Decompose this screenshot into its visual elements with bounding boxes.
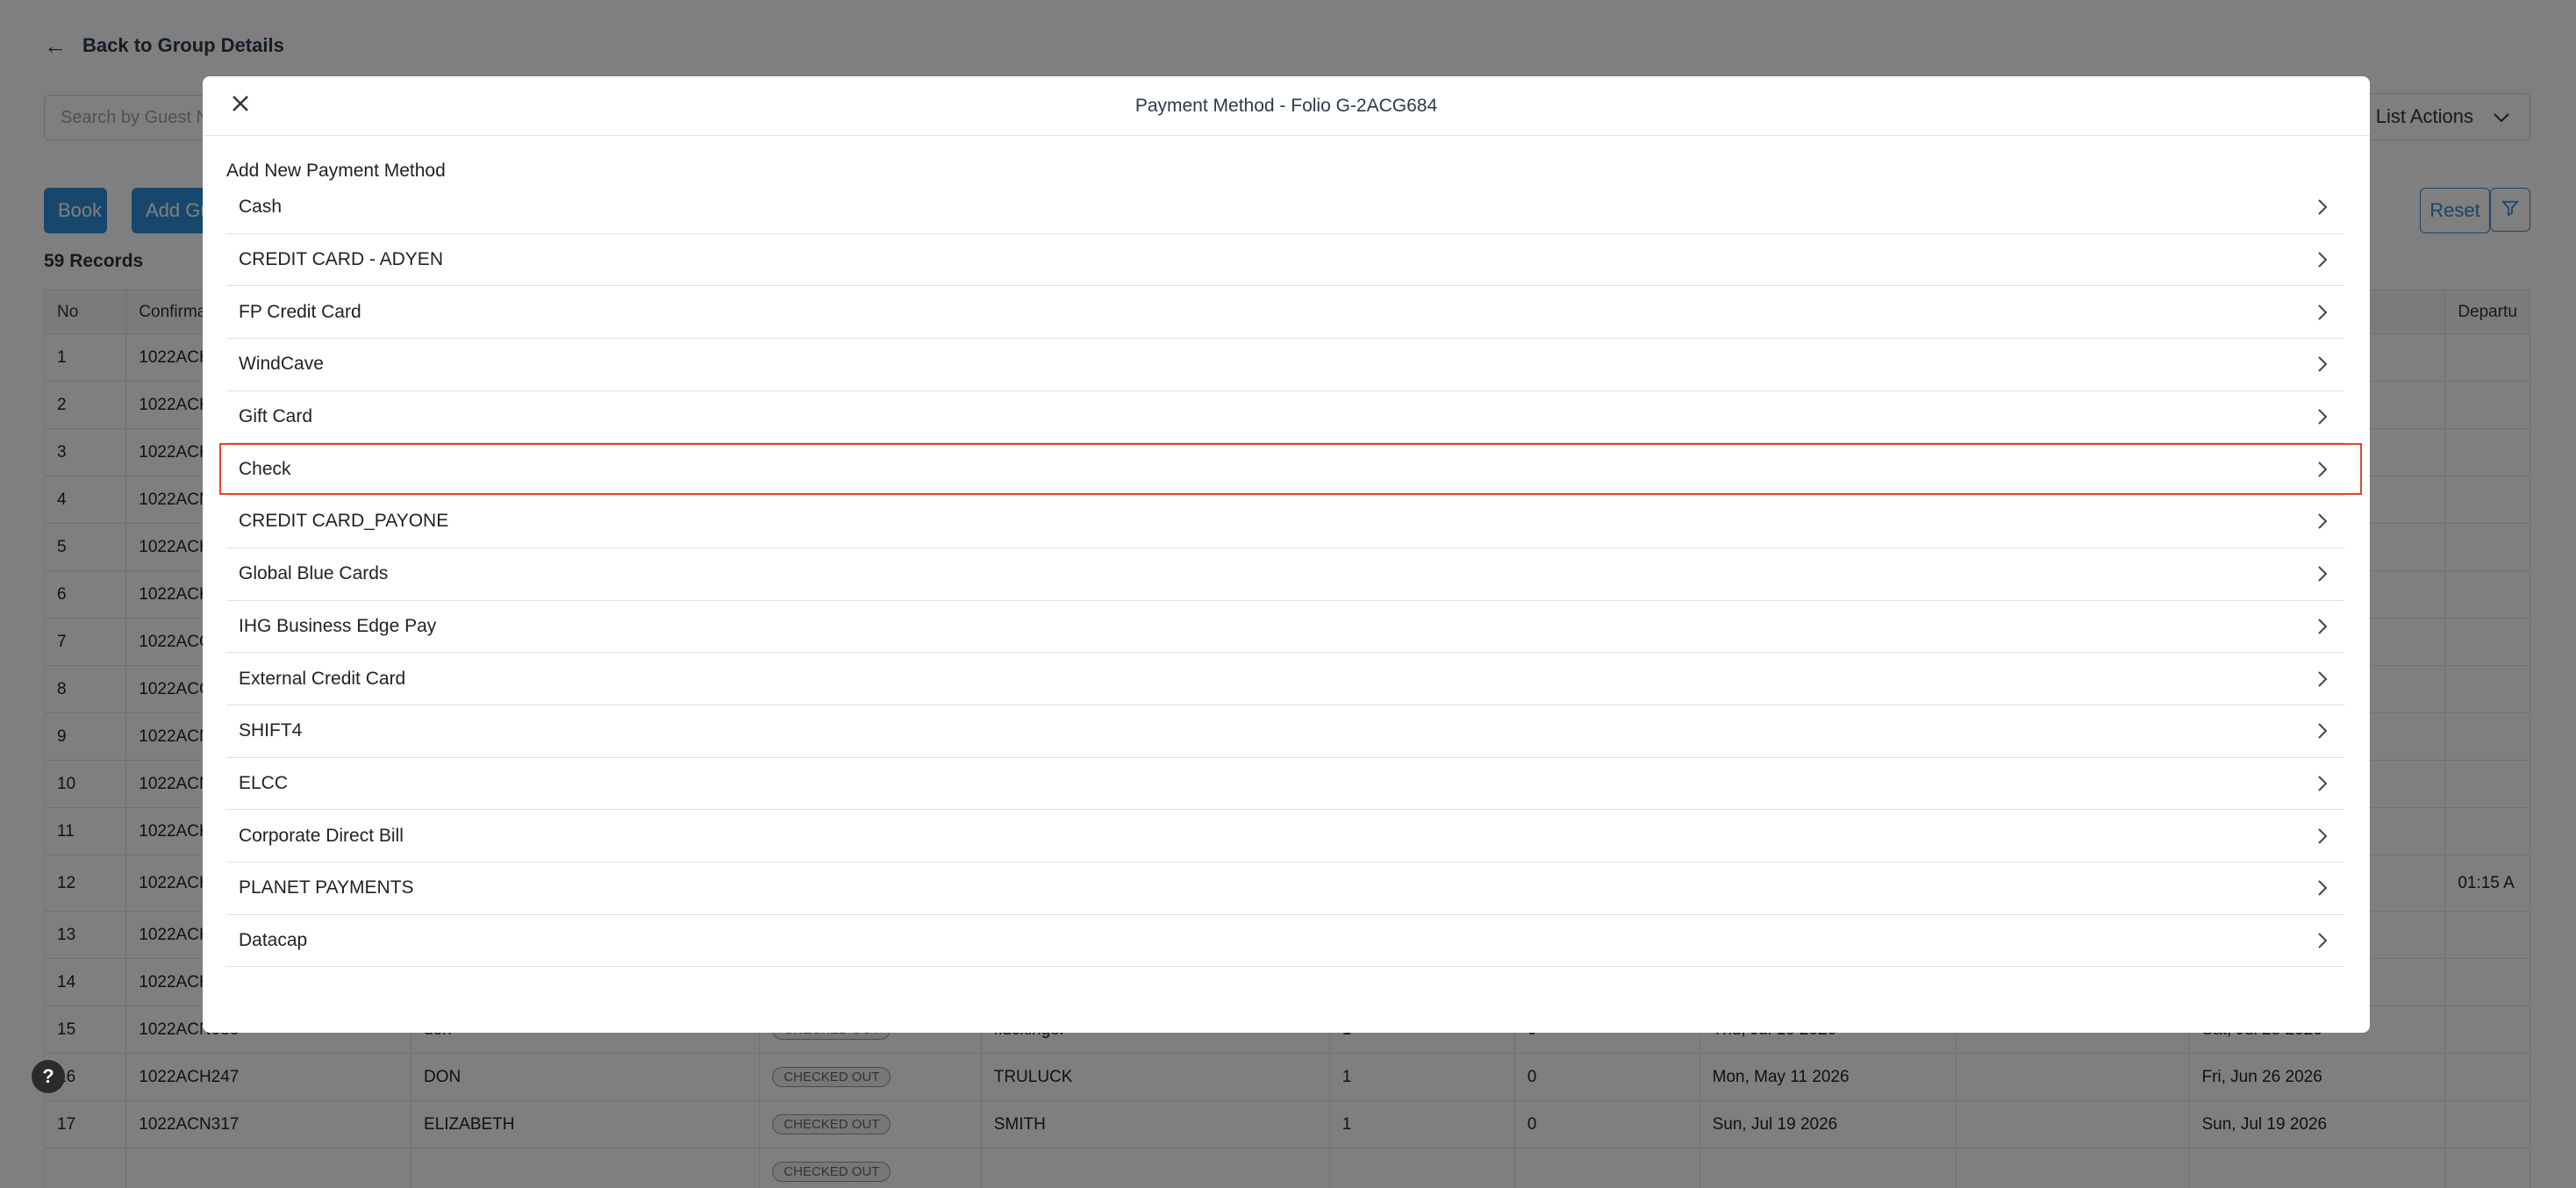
payment-method-item[interactable]: Corporate Direct Bill (226, 810, 2344, 862)
payment-method-item[interactable]: Cash (226, 182, 2344, 234)
chevron-right-icon (2313, 564, 2332, 583)
help-icon[interactable]: ? (32, 1060, 65, 1093)
payment-method-label: Check (239, 458, 291, 479)
payment-method-item[interactable]: SHIFT4 (226, 705, 2344, 758)
chevron-right-icon (2313, 617, 2332, 636)
help-label: ? (42, 1065, 54, 1087)
payment-method-item[interactable]: PLANET PAYMENTS (226, 862, 2344, 915)
payment-method-label: Corporate Direct Bill (239, 825, 404, 846)
payment-method-item[interactable]: Check (219, 443, 2362, 497)
modal-title: Payment Method - Folio G-2ACG684 (1134, 95, 1438, 116)
payment-method-label: SHIFT4 (239, 720, 303, 741)
payment-method-label: ELCC (239, 772, 289, 793)
payment-method-label: CREDIT CARD - ADYEN (239, 249, 443, 270)
payment-method-list: Cash CREDIT CARD - ADYEN FP Credit Card Win… (219, 182, 2362, 968)
chevron-right-icon (2313, 250, 2332, 269)
chevron-right-icon (2313, 460, 2332, 479)
close-button[interactable] (224, 89, 257, 122)
payment-method-label: WindCave (239, 354, 324, 375)
payment-method-label: Gift Card (239, 406, 313, 427)
payment-method-item[interactable]: ELCC (226, 758, 2344, 811)
payment-method-label: Global Blue Cards (239, 563, 389, 584)
chevron-right-icon (2313, 721, 2332, 741)
payment-method-label: PLANET PAYMENTS (239, 877, 414, 898)
chevron-right-icon (2313, 407, 2332, 426)
payment-method-item[interactable]: Datacap (226, 915, 2344, 968)
chevron-right-icon (2313, 878, 2332, 898)
close-icon (230, 93, 251, 118)
chevron-right-icon (2313, 931, 2332, 950)
payment-method-label: FP Credit Card (239, 301, 361, 322)
chevron-right-icon (2313, 669, 2332, 689)
chevron-right-icon (2313, 512, 2332, 531)
payment-method-item[interactable]: Global Blue Cards (226, 548, 2344, 601)
payment-method-item[interactable]: FP Credit Card (226, 286, 2344, 340)
add-payment-method-heading: Add New Payment Method (226, 161, 446, 181)
payment-method-modal: Payment Method - Folio G-2ACG684 Add New… (203, 76, 2370, 1033)
payment-method-item[interactable]: CREDIT CARD - ADYEN (226, 234, 2344, 287)
payment-method-item[interactable]: CREDIT CARD_PAYONE (226, 496, 2344, 548)
payment-method-label: Datacap (239, 929, 308, 950)
payment-method-item[interactable]: Gift Card (226, 391, 2344, 444)
payment-method-label: CREDIT CARD_PAYONE (239, 511, 449, 532)
chevron-right-icon (2313, 354, 2332, 374)
chevron-right-icon (2313, 827, 2332, 846)
chevron-right-icon (2313, 197, 2332, 217)
payment-method-item[interactable]: IHG Business Edge Pay (226, 601, 2344, 654)
chevron-right-icon (2313, 303, 2332, 322)
modal-header: Payment Method - Folio G-2ACG684 (203, 76, 2370, 136)
payment-method-item[interactable]: WindCave (226, 339, 2344, 391)
payment-method-item[interactable]: External Credit Card (226, 653, 2344, 705)
payment-method-label: IHG Business Edge Pay (239, 615, 437, 636)
chevron-right-icon (2313, 774, 2332, 793)
payment-method-label: External Credit Card (239, 668, 406, 689)
payment-method-label: Cash (239, 197, 283, 218)
